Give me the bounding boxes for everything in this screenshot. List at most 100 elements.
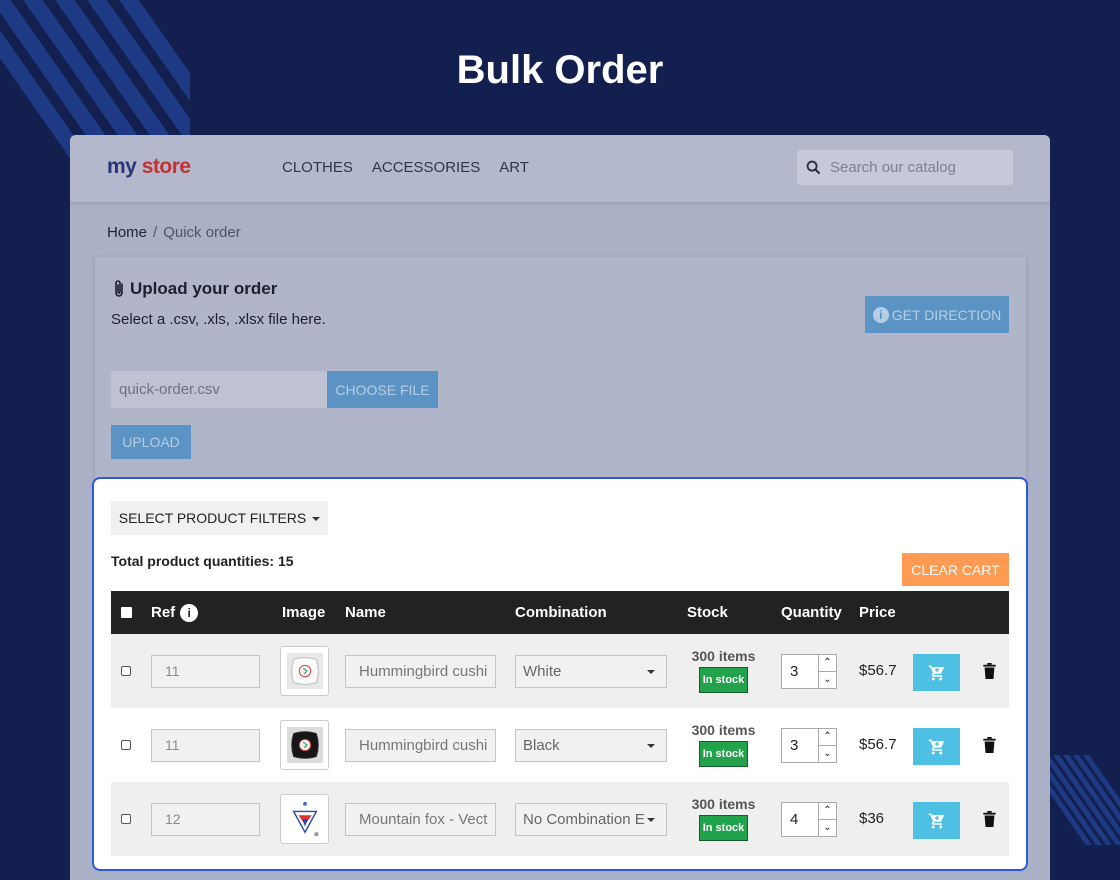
- decrement-icon[interactable]: ⌄: [819, 671, 836, 687]
- product-thumbnail: [280, 794, 329, 844]
- main-menu: CLOTHES ACCESSORIES ART: [282, 159, 529, 176]
- price: $56.7: [859, 662, 897, 679]
- breadcrumb-separator: /: [153, 224, 158, 241]
- chevron-down-icon: [312, 517, 321, 521]
- decrement-icon[interactable]: ⌄: [819, 819, 836, 835]
- quantity-stepper[interactable]: 3 ⌃ ⌄: [781, 654, 837, 689]
- combination-value: White: [523, 663, 562, 680]
- name-field[interactable]: Hummingbird cushi: [345, 729, 496, 762]
- stock-status-badge: In stock: [699, 667, 748, 693]
- total-quantities: Total product quantities: 15: [111, 553, 294, 569]
- upload-title-text: Upload your order: [130, 279, 278, 298]
- stock-cell: 300 items In stock: [681, 648, 766, 693]
- quantity-value: 3: [790, 663, 799, 680]
- search-input[interactable]: Search our catalog: [797, 150, 1013, 185]
- cushion-white-image: [286, 652, 323, 690]
- row-checkbox[interactable]: [121, 814, 131, 824]
- paperclip-icon: [115, 280, 123, 297]
- delete-row-button[interactable]: [983, 737, 996, 758]
- breadcrumb-home[interactable]: Home: [107, 224, 147, 241]
- combination-select[interactable]: White: [515, 655, 667, 688]
- quantity-value: 3: [790, 737, 799, 754]
- price: $56.7: [859, 736, 897, 753]
- quantity-stepper[interactable]: 4 ⌃ ⌄: [781, 802, 837, 837]
- breadcrumb: Home / Quick order: [107, 224, 241, 241]
- store-logo[interactable]: my store: [107, 155, 191, 179]
- table-header: Ref i Image Name Combination Stock Quanti…: [111, 591, 1009, 634]
- combination-value: Black: [523, 737, 560, 754]
- table-row: 11 Hummingbird cushi Black 300 items In …: [111, 708, 1009, 782]
- header-combination: Combination: [515, 604, 607, 621]
- product-thumbnail: [280, 646, 329, 696]
- mountain-fox-image: [285, 798, 324, 840]
- header-image: Image: [282, 604, 326, 621]
- product-filters-dropdown[interactable]: SELECT PRODUCT FILTERS: [111, 501, 328, 535]
- header-stock: Stock: [687, 604, 728, 621]
- search-placeholder: Search our catalog: [830, 159, 956, 176]
- delete-row-button[interactable]: [983, 811, 996, 832]
- menu-item-clothes[interactable]: CLOTHES: [282, 159, 353, 176]
- name-field[interactable]: Hummingbird cushi: [345, 655, 496, 688]
- stock-status-badge: In stock: [699, 741, 748, 767]
- ref-field[interactable]: 11: [151, 729, 260, 762]
- header-ref-label: Ref: [151, 604, 176, 621]
- chevron-down-icon: [647, 818, 655, 822]
- increment-icon[interactable]: ⌃: [819, 655, 836, 671]
- row-checkbox[interactable]: [121, 666, 131, 676]
- chevron-down-icon: [647, 670, 655, 674]
- add-to-cart-button[interactable]: [913, 802, 960, 839]
- combination-select[interactable]: Black: [515, 729, 667, 762]
- trash-icon: [983, 663, 996, 679]
- select-all-checkbox[interactable]: [121, 607, 132, 618]
- row-checkbox[interactable]: [121, 740, 131, 750]
- upload-button[interactable]: UPLOAD: [111, 425, 191, 459]
- stock-status-badge: In stock: [699, 815, 748, 841]
- delete-row-button[interactable]: [983, 663, 996, 684]
- stock-cell: 300 items In stock: [681, 796, 766, 841]
- table-row: 11 Hummingbird cushi White 300 items In …: [111, 634, 1009, 708]
- header-price: Price: [859, 604, 896, 621]
- file-name-field[interactable]: quick-order.csv: [111, 371, 327, 408]
- stock-count: 300 items: [691, 722, 756, 738]
- ref-field[interactable]: 11: [151, 655, 260, 688]
- name-field[interactable]: Mountain fox - Vect: [345, 803, 496, 836]
- trash-icon: [983, 811, 996, 827]
- increment-icon[interactable]: ⌃: [819, 729, 836, 745]
- add-to-cart-button[interactable]: [913, 654, 960, 691]
- choose-file-button[interactable]: CHOOSE FILE: [327, 371, 438, 408]
- logo-part-2: store: [141, 155, 191, 178]
- upload-title: Upload your order: [111, 279, 277, 299]
- upload-order-card: Upload your order Select a .csv, .xls, .…: [95, 257, 1026, 495]
- chevron-down-icon: [647, 744, 655, 748]
- stock-cell: 300 items In stock: [681, 722, 766, 767]
- combination-select[interactable]: No Combination Exist: [515, 803, 667, 836]
- info-icon[interactable]: i: [180, 603, 199, 622]
- header-ref: Ref i: [151, 591, 199, 634]
- logo-part-1: my: [107, 155, 137, 178]
- quantity-stepper[interactable]: 3 ⌃ ⌄: [781, 728, 837, 763]
- combination-value: No Combination Exist: [523, 811, 645, 828]
- page-title: Bulk Order: [456, 48, 664, 92]
- price: $36: [859, 810, 885, 827]
- product-thumbnail: [280, 720, 329, 770]
- menu-item-art[interactable]: ART: [499, 159, 529, 176]
- header-quantity: Quantity: [781, 604, 842, 621]
- decrement-icon[interactable]: ⌄: [819, 745, 836, 761]
- product-filters-label: SELECT PRODUCT FILTERS: [118, 510, 307, 526]
- stock-count: 300 items: [691, 648, 756, 664]
- ref-field[interactable]: 12: [151, 803, 260, 836]
- search-icon: [806, 160, 821, 175]
- get-direction-button[interactable]: i GET DIRECTION: [865, 296, 1009, 333]
- add-to-cart-button[interactable]: [913, 728, 960, 765]
- menu-item-accessories[interactable]: ACCESSORIES: [372, 159, 480, 176]
- store-header: my store CLOTHES ACCESSORIES ART Search …: [70, 135, 1050, 202]
- upload-description: Select a .csv, .xls, .xlsx file here.: [111, 311, 326, 328]
- trash-icon: [983, 737, 996, 753]
- stock-count: 300 items: [691, 796, 756, 812]
- table-row: 12 Mountain fox - Vect No Combination Ex…: [111, 782, 1009, 856]
- breadcrumb-current: Quick order: [163, 224, 241, 241]
- clear-cart-button[interactable]: CLEAR CART: [902, 553, 1009, 586]
- decorative-stripes-bottom-right: [1045, 755, 1120, 845]
- get-direction-label: GET DIRECTION: [891, 306, 1002, 323]
- increment-icon[interactable]: ⌃: [819, 803, 836, 819]
